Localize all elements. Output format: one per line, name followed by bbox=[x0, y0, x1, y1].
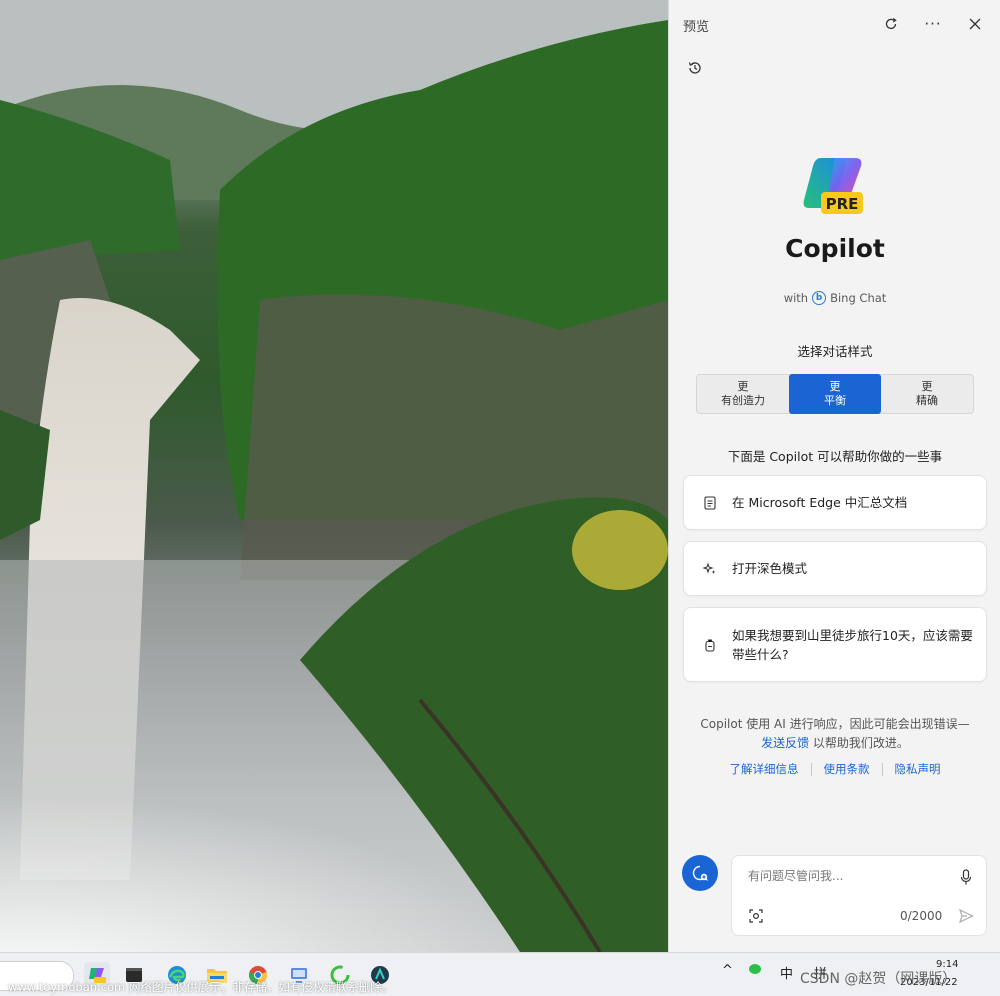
more-options-button[interactable]: ··· bbox=[919, 10, 947, 38]
style-precise-line2: 精确 bbox=[916, 394, 938, 407]
footer-links: 了解详细信息 使用条款 隐私声明 bbox=[669, 761, 1000, 777]
new-topic-button[interactable] bbox=[682, 855, 718, 891]
ellipsis-icon: ··· bbox=[924, 15, 942, 33]
wechat-tray-icon[interactable] bbox=[748, 963, 762, 979]
copilot-pane: 预览 ··· PRE Copilot with b Bing Chat 选择对话… bbox=[668, 0, 1000, 952]
style-option-creative[interactable]: 更 有创造力 bbox=[697, 375, 789, 413]
history-button[interactable] bbox=[683, 56, 707, 80]
send-button[interactable] bbox=[956, 906, 976, 926]
pane-header: 预览 ··· bbox=[669, 0, 1000, 48]
suggestion-card-dark-mode[interactable]: 打开深色模式 bbox=[683, 541, 987, 596]
visual-search-icon bbox=[749, 909, 763, 923]
show-hidden-icons-button[interactable]: ^ bbox=[722, 963, 733, 978]
refresh-icon bbox=[885, 17, 897, 30]
style-balanced-line2: 平衡 bbox=[824, 394, 846, 407]
style-creative-line1: 更 bbox=[737, 380, 749, 393]
close-button[interactable] bbox=[961, 10, 989, 38]
sparkle-icon bbox=[702, 561, 718, 576]
chevron-up-icon: ^ bbox=[722, 963, 733, 978]
document-icon bbox=[702, 495, 718, 510]
learn-more-link[interactable]: 了解详细信息 bbox=[718, 761, 811, 777]
help-title: 下面是 Copilot 可以帮助你做的一些事 bbox=[727, 449, 943, 464]
style-option-precise[interactable]: 更 精确 bbox=[881, 375, 973, 413]
csdn-watermark: CSDN @赵贺（网课版） bbox=[800, 971, 957, 987]
disclaimer-line2: 发送反馈 以帮助我们改进。 bbox=[669, 734, 1000, 753]
wechat-icon bbox=[749, 964, 761, 974]
character-count: 0/2000 bbox=[900, 909, 943, 923]
brand-subtitle: with b Bing Chat bbox=[669, 291, 1000, 305]
suggestion-text: 在 Microsoft Edge 中汇总文档 bbox=[732, 495, 908, 510]
site-watermark: www.toymoban.com 网络图片仅供展示，非存储，如有侵权请联系删除。 bbox=[8, 980, 394, 994]
conversation-style-toggle: 更 有创造力 更 平衡 更 精确 bbox=[696, 374, 974, 414]
style-balanced-line1: 更 bbox=[829, 380, 841, 393]
bing-icon: b bbox=[812, 291, 827, 305]
chat-composer: 0/2000 bbox=[731, 855, 987, 936]
desktop-wallpaper bbox=[0, 0, 668, 952]
microphone-icon bbox=[960, 868, 972, 884]
ai-disclaimer: Copilot 使用 AI 进行响应，因此可能会出现错误— 发送反馈 以帮助我们… bbox=[669, 715, 1000, 753]
send-icon bbox=[958, 908, 974, 924]
terms-of-use-link[interactable]: 使用条款 bbox=[812, 761, 882, 777]
visual-search-button[interactable] bbox=[746, 906, 766, 926]
style-option-balanced[interactable]: 更 平衡 bbox=[789, 374, 881, 414]
bing-chat-label: Bing Chat bbox=[830, 291, 887, 305]
send-feedback-link[interactable]: 发送反馈 bbox=[761, 736, 809, 750]
copilot-logo: PRE bbox=[799, 150, 871, 222]
style-creative-line2: 有创造力 bbox=[721, 394, 765, 407]
disclaimer-line1: Copilot 使用 AI 进行响应，因此可能会出现错误— bbox=[700, 717, 970, 731]
chat-input[interactable] bbox=[746, 868, 950, 884]
conversation-style-label: 选择对话样式 bbox=[797, 344, 873, 359]
pane-title: 预览 bbox=[683, 20, 710, 35]
style-precise-line1: 更 bbox=[921, 380, 933, 393]
suggestion-text: 如果我想要到山里徒步旅行10天，应该需要带些什么? bbox=[732, 627, 973, 662]
backpack-icon bbox=[702, 638, 718, 652]
microphone-button[interactable] bbox=[956, 866, 976, 888]
disclaimer-line2-text: 以帮助我们改进。 bbox=[812, 736, 909, 750]
pre-badge-label: PRE bbox=[825, 195, 859, 213]
ime-indicator[interactable]: 中 bbox=[780, 963, 793, 982]
waterfall-landscape-image bbox=[0, 0, 668, 952]
brand-title: Copilot bbox=[785, 234, 885, 263]
suggestion-card-summarize[interactable]: 在 Microsoft Edge 中汇总文档 bbox=[683, 475, 987, 530]
close-icon bbox=[969, 18, 981, 30]
history-icon bbox=[688, 62, 701, 74]
refresh-button[interactable] bbox=[877, 10, 905, 38]
privacy-statement-link[interactable]: 隐私声明 bbox=[883, 761, 953, 777]
with-label: with bbox=[783, 291, 809, 305]
suggestion-text: 打开深色模式 bbox=[732, 561, 808, 576]
new-chat-icon bbox=[692, 865, 708, 881]
suggestion-card-hiking[interactable]: 如果我想要到山里徒步旅行10天，应该需要带些什么? bbox=[683, 607, 987, 682]
